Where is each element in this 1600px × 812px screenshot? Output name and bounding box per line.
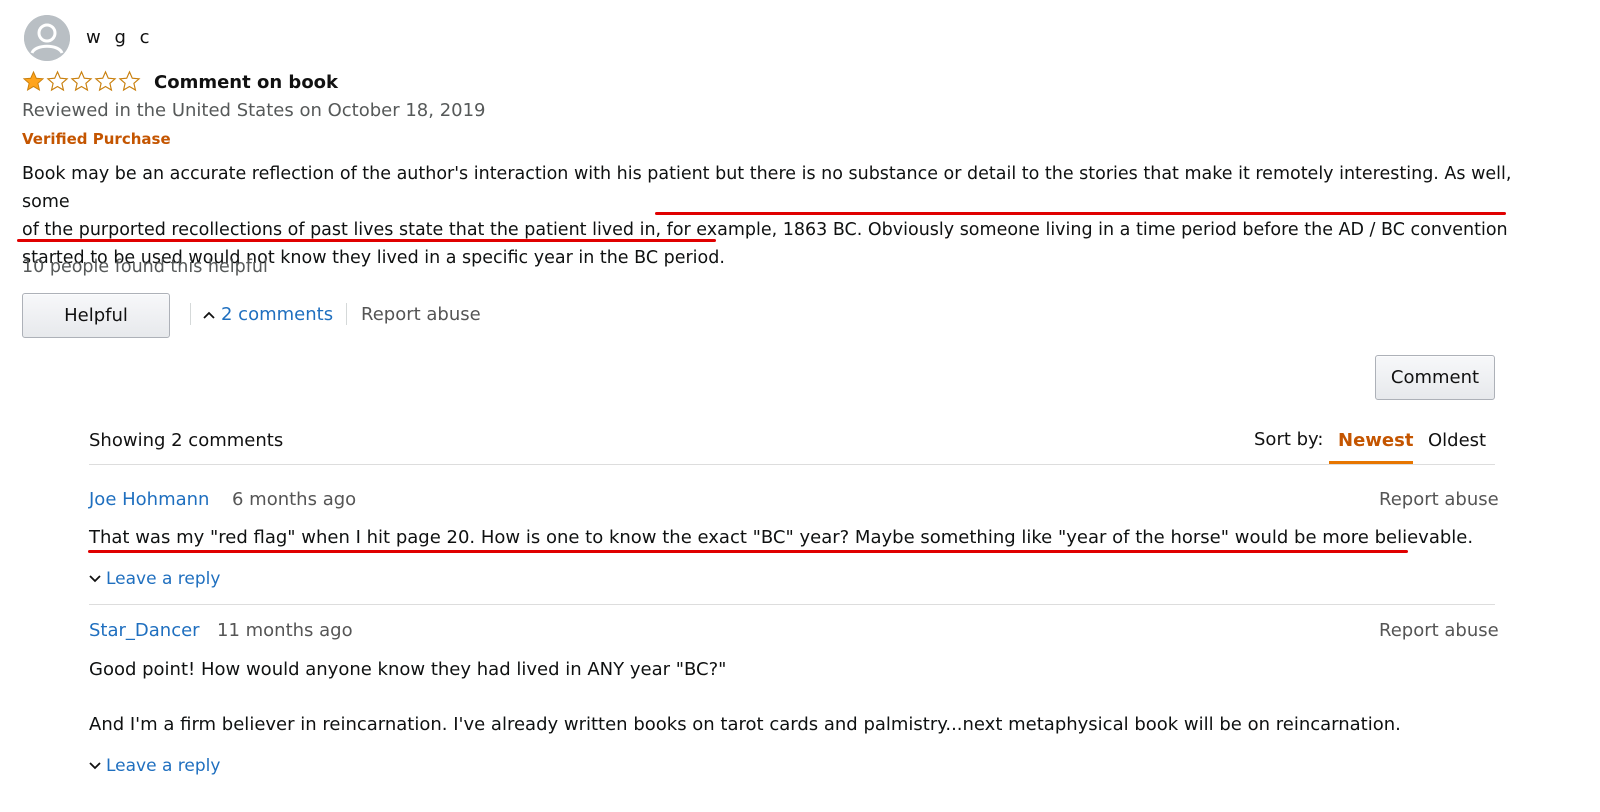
comments-count-label[interactable]: 2 comments xyxy=(221,304,333,325)
sort-newest-tab[interactable]: Newest xyxy=(1338,430,1413,451)
leave-reply-label[interactable]: Leave a reply xyxy=(106,569,220,589)
star-rating xyxy=(22,70,141,96)
sort-oldest-tab[interactable]: Oldest xyxy=(1428,430,1486,451)
divider xyxy=(89,604,1495,605)
leave-reply-link[interactable]: Leave a reply xyxy=(89,569,220,589)
leave-reply-link[interactable]: Leave a reply xyxy=(89,756,220,776)
comment-report-abuse-link[interactable]: Report abuse xyxy=(1379,489,1499,510)
helpful-button[interactable]: Helpful xyxy=(22,293,170,338)
review-title[interactable]: Comment on book xyxy=(154,72,338,93)
chevron-down-icon xyxy=(89,575,101,583)
chevron-up-icon xyxy=(203,311,215,319)
annotation-underline xyxy=(17,239,716,242)
star-filled-icon xyxy=(22,70,45,92)
divider xyxy=(346,303,347,325)
review-body: Book may be an accurate reflection of th… xyxy=(22,160,1552,272)
comment-author-link[interactable]: Star_Dancer xyxy=(89,620,200,641)
comment-text: Good point! How would anyone know they h… xyxy=(89,659,727,680)
annotation-underline xyxy=(655,212,1506,215)
divider xyxy=(89,464,1495,465)
report-abuse-link[interactable]: Report abuse xyxy=(361,304,481,325)
star-empty-icon xyxy=(94,70,117,92)
comment-author-link[interactable]: Joe Hohmann xyxy=(89,489,209,510)
review-page: w g c Comment on book Reviewed in the Un… xyxy=(0,0,1600,812)
comment-time: 6 months ago xyxy=(232,489,357,510)
star-empty-icon xyxy=(70,70,93,92)
comment-text: That was my "red flag" when I hit page 2… xyxy=(89,527,1474,548)
comment-report-abuse-link[interactable]: Report abuse xyxy=(1379,620,1499,641)
annotation-underline xyxy=(88,550,1408,553)
chevron-down-icon xyxy=(89,762,101,770)
reviewer-name[interactable]: w g c xyxy=(86,27,154,48)
comments-toggle-link[interactable]: 2 comments xyxy=(203,304,333,325)
helpful-count: 10 people found this helpful xyxy=(22,257,268,277)
review-date: Reviewed in the United States on October… xyxy=(22,100,486,121)
comment-button[interactable]: Comment xyxy=(1375,355,1495,400)
star-empty-icon xyxy=(46,70,69,92)
showing-comments-label: Showing 2 comments xyxy=(89,430,284,451)
leave-reply-label[interactable]: Leave a reply xyxy=(106,756,220,776)
review-body-line: Book may be an accurate reflection of th… xyxy=(22,164,1512,212)
comment-text: And I'm a firm believer in reincarnation… xyxy=(89,714,1401,735)
divider xyxy=(190,303,191,325)
verified-purchase-badge[interactable]: Verified Purchase xyxy=(22,130,171,148)
sort-by-label: Sort by: xyxy=(1254,429,1324,450)
comment-time: 11 months ago xyxy=(217,620,353,641)
star-empty-icon xyxy=(118,70,141,92)
user-avatar-icon[interactable] xyxy=(24,15,70,61)
